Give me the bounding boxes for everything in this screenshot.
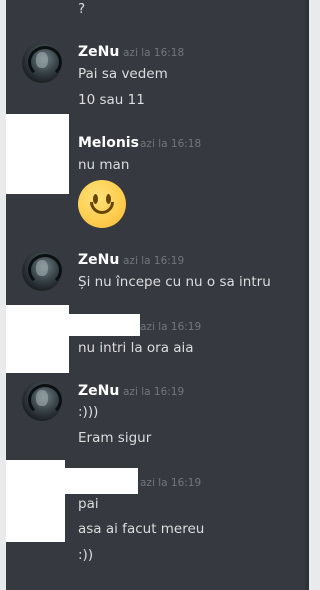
message-author[interactable]: ZeNu bbox=[78, 251, 119, 269]
message-text: 10 sau 11 bbox=[78, 92, 145, 108]
user-avatar[interactable] bbox=[22, 251, 62, 291]
chat-messages-pane[interactable]: ? ZeNu azi la 16:18 Pai sa vedem 10 sau … bbox=[6, 0, 309, 590]
message-text: :))) bbox=[78, 404, 99, 420]
slightly-smiling-face-icon bbox=[78, 180, 126, 228]
message-text: Și nu începe cu nu o sa intru bbox=[78, 274, 271, 290]
redacted-author-name bbox=[69, 314, 140, 336]
message-text: Eram sigur bbox=[78, 430, 152, 446]
message-timestamp: azi la 16:19 bbox=[140, 477, 202, 489]
redacted-avatar bbox=[6, 460, 65, 542]
message-author[interactable]: ZeNu bbox=[78, 43, 119, 61]
message-text: nu intri la ora aia bbox=[78, 340, 194, 356]
message-author[interactable]: Melonis bbox=[78, 134, 139, 152]
message-text: ? bbox=[78, 1, 86, 17]
user-avatar[interactable] bbox=[22, 381, 62, 421]
message-timestamp: azi la 16:18 bbox=[140, 138, 202, 150]
message-text: asa ai facut mereu bbox=[78, 521, 205, 537]
message-timestamp: azi la 16:19 bbox=[123, 255, 185, 267]
redacted-author-name bbox=[65, 468, 138, 494]
user-avatar[interactable] bbox=[22, 43, 62, 83]
message-text: nu man bbox=[78, 157, 130, 173]
message-timestamp: azi la 16:18 bbox=[123, 47, 185, 59]
message-timestamp: azi la 16:19 bbox=[140, 321, 202, 333]
message-text: pai bbox=[78, 496, 99, 512]
message-author[interactable]: ZeNu bbox=[78, 382, 119, 400]
message-timestamp: azi la 16:19 bbox=[123, 386, 185, 398]
redacted-avatar bbox=[6, 114, 69, 194]
scrollbar[interactable] bbox=[305, 0, 309, 590]
redacted-avatar bbox=[6, 305, 69, 373]
message-text: :)) bbox=[78, 547, 94, 563]
message-text: Pai sa vedem bbox=[78, 66, 168, 82]
